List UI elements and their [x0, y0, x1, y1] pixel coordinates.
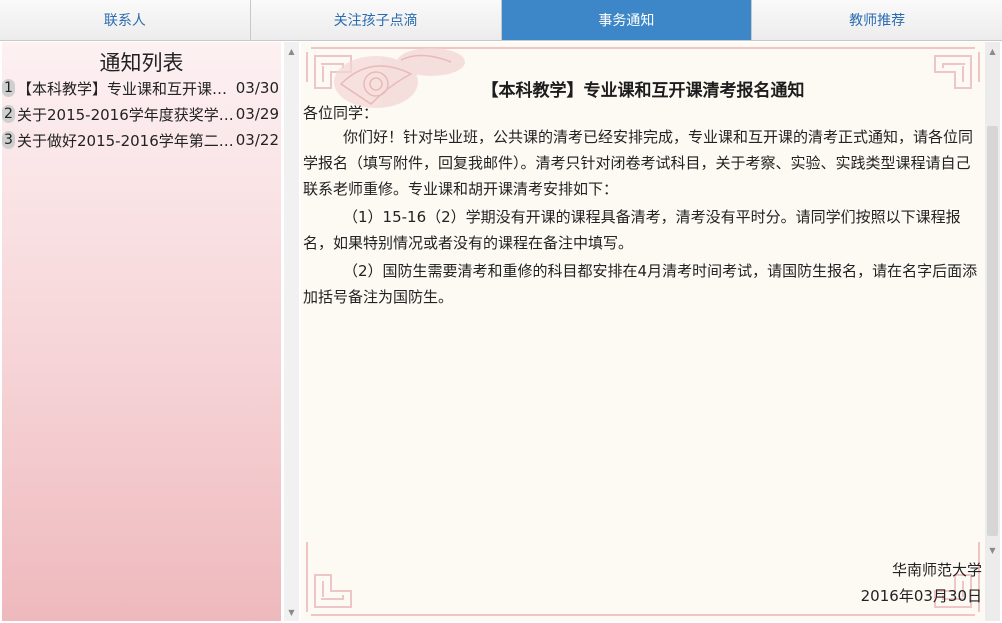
notice-signer: 华南师范大学: [891, 561, 982, 579]
notice-list-item[interactable]: 1 【本科教学】专业课和互开课清考报名通知 03/30: [2, 75, 281, 101]
scroll-up-arrow-icon[interactable]: ▲: [985, 44, 1000, 58]
notice-list-panel: 通知列表 1 【本科教学】专业课和互开课清考报名通知 03/30 2 关于201…: [2, 42, 281, 621]
notice-paragraph: （1）15-16（2）学期没有开课的课程具备清考，清考没有平时分。请同学们按照以…: [303, 208, 961, 252]
notice-paragraph: （2）国防生需要清考和重修的科目都安排在4月清考时间考试，请国防生报名，请在名字…: [303, 262, 978, 306]
notice-item-date: 03/29: [235, 105, 279, 123]
notice-number: 1: [2, 79, 15, 97]
notice-list: 1 【本科教学】专业课和互开课清考报名通知 03/30 2 关于2015-201…: [2, 75, 281, 153]
tab-teacher-recommend[interactable]: 教师推荐: [752, 0, 1002, 40]
notice-number: 3: [2, 131, 15, 149]
notice-item-date: 03/22: [235, 131, 279, 149]
notice-content-scrollbar[interactable]: ▲ ▼: [985, 42, 1000, 621]
notice-number: 2: [2, 105, 15, 123]
notice-greeting: 各位同学：: [303, 104, 379, 122]
notice-list-item[interactable]: 3 关于做好2015-2016学年第二学期工作的通知 03/22: [2, 127, 281, 153]
notice-title: 【本科教学】专业课和互开课清考报名通知: [481, 81, 805, 101]
tab-bar: 联系人 关注孩子点滴 事务通知 教师推荐: [0, 0, 1002, 41]
scroll-down-arrow-icon[interactable]: ▼: [284, 605, 299, 619]
tab-notices[interactable]: 事务通知: [501, 0, 753, 40]
notice-item-date: 03/30: [235, 79, 279, 97]
notice-date: 2016年03月30日: [860, 587, 982, 605]
notice-item-title: 关于2015-2016学年度获奖学生名单的公示: [17, 105, 234, 124]
scroll-up-arrow-icon[interactable]: ▲: [284, 44, 299, 58]
notice-list-item[interactable]: 2 关于2015-2016学年度获奖学生名单的公示 03/29: [2, 101, 281, 127]
notice-item-title: 关于做好2015-2016学年第二学期工作的通知: [17, 131, 234, 150]
scrollbar-thumb[interactable]: [987, 126, 998, 536]
notice-paragraph: 你们好！针对毕业班，公共课的清考已经安排完成，专业课和互开课的清考正式通知，请各…: [303, 128, 974, 198]
notice-list-scrollbar[interactable]: ▲ ▼: [284, 42, 299, 621]
scroll-down-arrow-icon[interactable]: ▼: [985, 543, 1000, 557]
notice-item-title: 【本科教学】专业课和互开课清考报名通知: [17, 79, 234, 98]
tab-contacts[interactable]: 联系人: [0, 0, 251, 40]
tab-child-moments[interactable]: 关注孩子点滴: [250, 0, 502, 40]
notice-list-title: 通知列表: [99, 51, 184, 75]
notice-content-panel: 【本科教学】专业课和互开课清考报名通知 各位同学： 你们好！针对毕业班，公共课的…: [301, 42, 985, 621]
